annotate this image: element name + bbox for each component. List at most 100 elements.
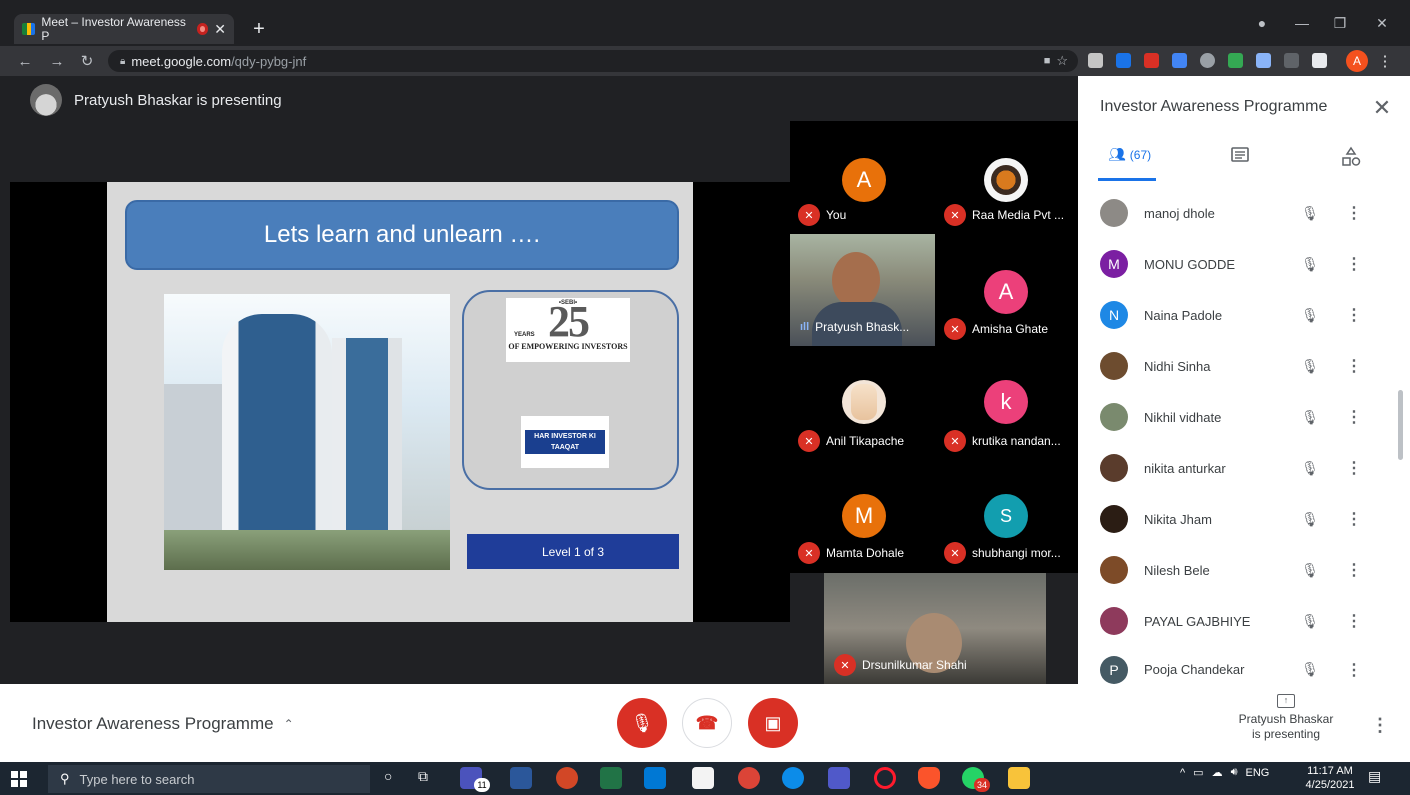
bookmark-star-icon[interactable]: ☆ [1056,53,1068,69]
extension-icon[interactable] [1200,53,1215,68]
taskbar-clock[interactable]: 11:17 AM 4/25/2021 [1300,764,1360,792]
mic-toggle-button[interactable]: 🎙︎ [617,698,667,748]
notification-center-icon[interactable]: ▤ [1368,768,1386,786]
tab-close-icon[interactable]: ✕ [214,21,226,38]
link-extension-icon[interactable] [1256,53,1271,68]
forward-button[interactable]: → [46,50,68,72]
cortana-icon[interactable]: ○ [384,768,404,788]
excel-icon[interactable] [600,767,622,789]
meeting-details-button[interactable]: Investor Awareness Programme ⌃ [32,714,294,734]
system-tray[interactable]: ^ ▭ ☁︎ 🔊︎ ENG [1180,766,1269,779]
more-options-button[interactable]: ⋮ [1371,712,1389,738]
sebi-building-image [164,294,450,570]
mic-off-icon: 🎙︎ [1301,561,1319,578]
avatar: N [1100,301,1128,329]
list-item[interactable]: nikita anturkar 🎙︎ ⋮ [1100,451,1400,485]
sebi-logo-subtitle: OF EMPOWERING INVESTORS [508,342,628,351]
edge-icon[interactable] [782,767,804,789]
recording-indicator-icon [196,23,209,35]
list-item[interactable]: N Naina Padole 🎙︎ ⋮ [1100,298,1400,332]
back-button[interactable]: ← [14,50,36,72]
participant-tile[interactable]: ıll Pratyush Bhask... [800,320,934,334]
camera-indicator-icon[interactable]: ■ [1044,55,1051,67]
participant-name: PAYAL GAJBHIYE [1144,613,1251,629]
leave-call-button[interactable]: ☎︎ [682,698,732,748]
volume-icon: 🔊︎ [1230,766,1238,778]
brave-icon[interactable] [918,767,940,789]
file-explorer-icon[interactable] [1008,767,1030,789]
camera-toggle-button[interactable]: ▣ [748,698,798,748]
cloud-icon: ☁︎ [1211,767,1223,779]
tab-activities[interactable] [1340,146,1362,168]
profile-menu-icon[interactable]: ● [1244,8,1280,38]
chrome-icon[interactable] [738,767,760,789]
more-options-icon[interactable]: ⋮ [1346,202,1362,224]
extension-icon[interactable] [1172,53,1187,68]
mic-off-icon: 🎙︎ [1301,357,1319,374]
panel-scrollbar[interactable] [1398,390,1403,460]
more-options-icon[interactable]: ⋮ [1346,559,1362,581]
participant-name: nikita anturkar [1144,460,1226,476]
avatar [1100,199,1128,227]
list-item[interactable]: PAYAL GAJBHIYE 🎙︎ ⋮ [1100,604,1400,638]
list-item[interactable]: M MONU GODDE 🎙︎ ⋮ [1100,247,1400,281]
more-options-icon[interactable]: ⋮ [1346,610,1362,632]
extension-icon[interactable] [1228,53,1243,68]
present-now-status[interactable]: ↑ Pratyush Bhaskar is presenting [1226,694,1346,742]
profile-avatar[interactable]: A [1346,50,1368,72]
list-item[interactable]: Nikhil vidhate 🎙︎ ⋮ [1100,400,1400,434]
close-panel-button[interactable]: ✕ [1368,94,1396,122]
more-options-icon[interactable]: ⋮ [1346,253,1362,275]
avatar: k [984,380,1028,424]
people-count: (67) [1129,147,1152,162]
more-options-icon[interactable]: ⋮ [1346,457,1362,479]
opera-icon[interactable] [874,767,896,789]
outlook-icon[interactable] [644,767,666,789]
list-item[interactable]: P Pooja Chandekar 🎙︎ ⋮ [1100,655,1400,684]
reload-button[interactable]: ↻ [76,50,98,72]
translate-extension-icon[interactable] [1284,53,1299,68]
participant-tile[interactable]: ✕ Mamta Dohale [798,542,904,564]
extension-icon[interactable] [1088,53,1103,68]
tab-chat[interactable] [1230,146,1250,166]
participant-tile[interactable]: ✕ Anil Tikapache [798,430,904,452]
close-window-button[interactable]: ✕ [1364,8,1400,38]
present-line-1: Pratyush Bhaskar [1238,712,1334,726]
more-options-icon[interactable]: ⋮ [1346,304,1362,326]
windows-start-button[interactable] [8,768,30,790]
teams-app-icon[interactable] [828,767,850,789]
participant-tile[interactable]: ✕ You [798,204,846,226]
more-options-icon[interactable]: ⋮ [1346,659,1362,681]
taskbar-search-box[interactable]: ⚲ Type here to search [48,765,370,793]
browser-tab[interactable]: Meet – Investor Awareness P ✕ [14,14,234,44]
avatar: A [842,158,886,202]
task-view-icon[interactable]: ⧉ [418,768,438,788]
word-icon[interactable] [510,767,532,789]
more-options-icon[interactable]: ⋮ [1346,508,1362,530]
list-item[interactable]: manoj dhole 🎙︎ ⋮ [1100,196,1400,230]
new-tab-button[interactable]: + [244,14,274,44]
list-item[interactable]: Nidhi Sinha 🎙︎ ⋮ [1100,349,1400,383]
list-item[interactable]: Nilesh Bele 🎙︎ ⋮ [1100,553,1400,587]
more-options-icon[interactable]: ⋮ [1346,355,1362,377]
address-bar[interactable]: 🔒︎ meet.google.com/qdy-pybg-jnf ■ ☆ [108,50,1078,72]
extension-icon[interactable] [1144,53,1159,68]
tab-title: Meet – Investor Awareness P [41,15,186,43]
avatar: A [984,270,1028,314]
participant-tile[interactable]: ✕ Raa Media Pvt ... [944,204,1074,226]
powerpoint-icon[interactable] [556,767,578,789]
participant-tile[interactable]: ✕ shubhangi mor... [944,542,1074,564]
extension-icon[interactable] [1116,53,1131,68]
tab-people[interactable]: 👥︎ (67) [1108,146,1151,163]
mic-off-icon: 🎙︎ [1301,459,1319,476]
participant-tile[interactable]: ✕ krutika nandan... [944,430,1074,452]
participant-tile[interactable]: ✕ Drsunilkumar Shahi [834,654,1044,676]
chrome-menu-icon[interactable]: ⋮ [1374,50,1396,72]
list-item[interactable]: Nikita Jham 🎙︎ ⋮ [1100,502,1400,536]
restore-button[interactable]: ❐ [1322,8,1358,38]
participant-tile[interactable]: ✕ Amisha Ghate [944,318,1048,340]
more-options-icon[interactable]: ⋮ [1346,406,1362,428]
extensions-puzzle-icon[interactable] [1312,53,1327,68]
minimize-button[interactable]: — [1284,8,1320,38]
store-icon[interactable] [692,767,714,789]
